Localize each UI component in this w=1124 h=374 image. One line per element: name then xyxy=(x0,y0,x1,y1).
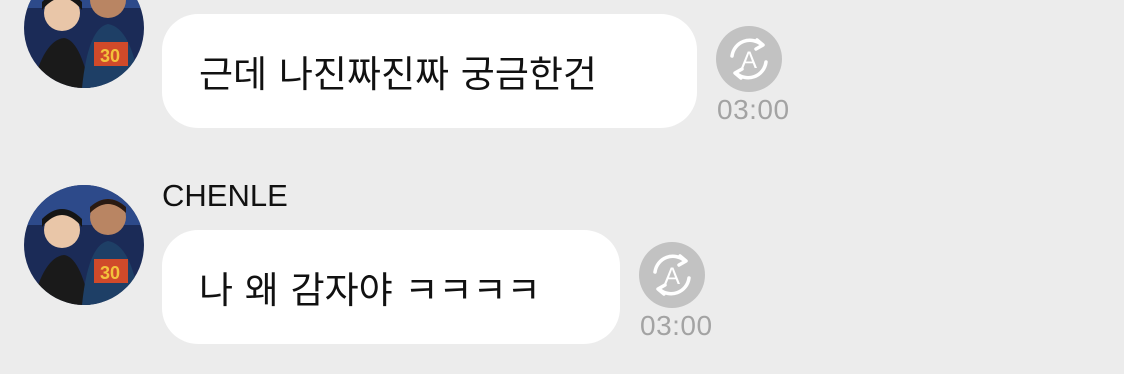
message-bubble[interactable]: 나 왜 감자야 ㅋㅋㅋㅋ xyxy=(162,230,620,344)
avatar[interactable]: 30 xyxy=(24,0,144,88)
avatar[interactable]: 30 xyxy=(24,185,144,305)
message-text: 근데 나진짜진짜 궁금한건 xyxy=(199,53,597,96)
sender-name: CHENLE xyxy=(162,178,288,213)
timestamp: 03:00 xyxy=(640,310,713,341)
message-text: 나 왜 감자야 ㅋㅋㅋㅋ xyxy=(199,269,541,312)
translate-icon: A xyxy=(639,242,705,308)
translate-button[interactable]: A xyxy=(716,26,782,92)
translate-button[interactable]: A xyxy=(639,242,705,308)
svg-text:A: A xyxy=(741,47,757,74)
message-bubble[interactable]: 근데 나진짜진짜 궁금한건 xyxy=(162,14,697,128)
translate-icon: A xyxy=(716,26,782,92)
timestamp: 03:00 xyxy=(717,94,790,125)
svg-text:30: 30 xyxy=(100,263,120,283)
svg-text:30: 30 xyxy=(100,46,120,66)
svg-text:A: A xyxy=(664,263,680,290)
